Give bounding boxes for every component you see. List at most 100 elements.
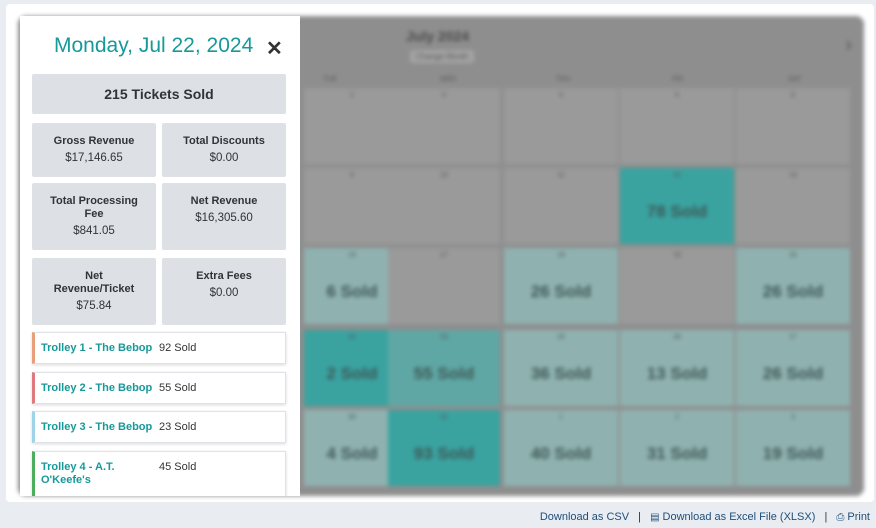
trolley-name: Trolley 2 - The Bebop xyxy=(41,382,153,394)
separator: | xyxy=(638,511,642,523)
calendar-day-cell[interactable]: 30 4 Sold xyxy=(304,410,400,486)
page: July 2024 Change Month › TUE WED THU FRI… xyxy=(0,0,876,528)
calendar-day-cell[interactable]: 2 xyxy=(304,88,400,164)
trolley-list-item[interactable]: Trolley 4 - A.T. O'Keefe's 45 Sold xyxy=(32,451,286,496)
calendar-day-cell[interactable]: 18 26 Sold xyxy=(504,248,618,324)
day-of-week-label: TUE xyxy=(323,76,337,83)
calendar-day-cell[interactable]: 3 xyxy=(388,88,500,164)
calendar-day-number: 16 xyxy=(348,252,356,259)
stat-value: $0.00 xyxy=(209,152,239,164)
print-link[interactable]: ⎙ Print xyxy=(836,511,870,523)
calendar-day-cell[interactable]: 25 36 Sold xyxy=(504,330,618,406)
extra-fees-stat: Extra Fees $0.00 xyxy=(162,258,286,325)
download-csv-link[interactable]: Download as CSV xyxy=(540,511,629,523)
stat-label: Net Revenue/Ticket xyxy=(53,270,135,295)
stat-label: Gross Revenue xyxy=(53,135,135,147)
stat-value: $17,146.65 xyxy=(65,152,123,164)
calendar-day-cell[interactable]: 26 13 Sold xyxy=(620,330,734,406)
trolley-list-item[interactable]: Trolley 3 - The Bebop 23 Sold xyxy=(32,411,286,443)
calendar-day-number: 9 xyxy=(350,172,354,179)
calendar-day-number: 18 xyxy=(557,252,565,259)
calendar-day-cell[interactable]: 4 xyxy=(504,88,618,164)
close-icon[interactable]: ✕ xyxy=(266,36,283,61)
calendar-day-sold: 13 Sold xyxy=(646,364,708,383)
calendar-day-number: 4 xyxy=(559,92,563,99)
trolley-list-item[interactable]: Trolley 1 - The Bebop 92 Sold xyxy=(32,332,286,364)
calendar-day-sold: 26 Sold xyxy=(762,364,824,383)
trolley-sold: 55 Sold xyxy=(159,382,197,394)
day-of-week-label: SAT xyxy=(788,76,802,83)
calendar-day-number: 19 xyxy=(673,252,681,259)
calendar-day-number: 12 xyxy=(673,172,681,179)
calendar-day-number: 1 xyxy=(559,414,563,421)
calendar-month-title: July 2024 xyxy=(406,28,470,44)
tickets-sold-summary: 215 Tickets Sold xyxy=(32,74,286,114)
next-month-icon[interactable]: › xyxy=(845,34,852,57)
calendar-day-cell[interactable]: 23 2 Sold xyxy=(304,330,400,406)
calendar-day-cell[interactable]: 19 xyxy=(620,248,734,324)
total-processing-fee-stat: Total Processing Fee $841.05 xyxy=(32,183,156,250)
calendar-day-sold: 6 Sold xyxy=(326,282,378,301)
calendar-day-sold: 36 Sold xyxy=(530,364,592,383)
calendar-day-sold: 4 Sold xyxy=(326,444,378,463)
day-of-week-label: FRI xyxy=(672,76,684,83)
export-links: Download as CSV | ▤ Download as Excel Fil… xyxy=(540,511,870,523)
download-xlsx-link[interactable]: ▤ Download as Excel File (XLSX) xyxy=(650,511,815,523)
calendar-day-number: 31 xyxy=(440,414,448,421)
calendar-day-cell[interactable]: 16 6 Sold xyxy=(304,248,400,324)
calendar-day-cell[interactable]: 1 40 Sold xyxy=(504,410,618,486)
trolley-name: Trolley 1 - The Bebop xyxy=(41,342,153,354)
calendar-day-number: 25 xyxy=(557,334,565,341)
stat-label: Extra Fees xyxy=(196,270,252,282)
calendar-day-cell[interactable]: 13 xyxy=(736,168,850,244)
calendar-day-cell[interactable]: 2 31 Sold xyxy=(620,410,734,486)
calendar-day-cell[interactable]: 31 93 Sold xyxy=(388,410,500,486)
trolley-name: Trolley 4 - A.T. O'Keefe's xyxy=(41,461,115,486)
calendar-day-number: 26 xyxy=(673,334,681,341)
calendar-day-cell[interactable]: 24 55 Sold xyxy=(388,330,500,406)
calendar-day-number: 10 xyxy=(440,172,448,179)
calendar-day-cell[interactable]: 11 xyxy=(504,168,618,244)
calendar-day-cell[interactable]: 20 26 Sold xyxy=(736,248,850,324)
day-of-week-label: THU xyxy=(556,76,571,83)
calendar-day-sold: 31 Sold xyxy=(646,444,708,463)
calendar-day-cell[interactable]: 27 26 Sold xyxy=(736,330,850,406)
stat-value: $841.05 xyxy=(73,225,115,237)
calendar-day-number: 27 xyxy=(789,334,797,341)
stat-label: Total Discounts xyxy=(183,135,265,147)
calendar-day-cell[interactable]: 3 19 Sold xyxy=(736,410,850,486)
day-of-week-label: WED xyxy=(440,76,457,83)
calendar-day-number: 3 xyxy=(791,414,795,421)
calendar-day-number: 2 xyxy=(350,92,354,99)
calendar-day-sold: 93 Sold xyxy=(413,444,475,463)
stat-value: $75.84 xyxy=(76,300,112,312)
day-summary-panel: Monday, Jul 22, 2024 ✕ 215 Tickets Sold … xyxy=(20,16,300,496)
calendar-day-cell[interactable]: 9 xyxy=(304,168,400,244)
calendar-day-cell[interactable]: 5 xyxy=(620,88,734,164)
calendar-day-number: 3 xyxy=(442,92,446,99)
calendar-day-sold: 55 Sold xyxy=(413,364,475,383)
calendar-day-sold: 2 Sold xyxy=(326,364,378,383)
calendar-day-cell[interactable]: 12 78 Sold xyxy=(620,168,734,244)
calendar-day-cell[interactable]: 6 xyxy=(736,88,850,164)
calendar-day-number: 24 xyxy=(440,334,448,341)
net-revenue-stat: Net Revenue $16,305.60 xyxy=(162,183,286,250)
net-revenue-per-ticket-stat: Net Revenue/Ticket $75.84 xyxy=(32,258,156,325)
change-month-button[interactable]: Change Month xyxy=(410,50,475,63)
calendar-day-cell[interactable]: 17 xyxy=(388,248,500,324)
download-xlsx-label: Download as Excel File (XLSX) xyxy=(662,511,816,523)
trolley-sold: 92 Sold xyxy=(159,342,197,354)
stat-value: $0.00 xyxy=(209,287,239,299)
trolley-list-item[interactable]: Trolley 2 - The Bebop 55 Sold xyxy=(32,372,286,404)
stat-label: Total Processing Fee xyxy=(50,195,138,220)
calendar-day-sold: 78 Sold xyxy=(646,202,708,221)
calendar-day-cell[interactable]: 10 xyxy=(388,168,500,244)
calendar-day-sold: 26 Sold xyxy=(530,282,592,301)
calendar-day-number: 17 xyxy=(440,252,448,259)
calendar-day-number: 23 xyxy=(348,334,356,341)
calendar-day-number: 6 xyxy=(791,92,795,99)
file-excel-icon: ▤ xyxy=(650,512,660,523)
calendar-day-number: 13 xyxy=(789,172,797,179)
calendar-day-number: 2 xyxy=(675,414,679,421)
total-discounts-stat: Total Discounts $0.00 xyxy=(162,123,286,177)
